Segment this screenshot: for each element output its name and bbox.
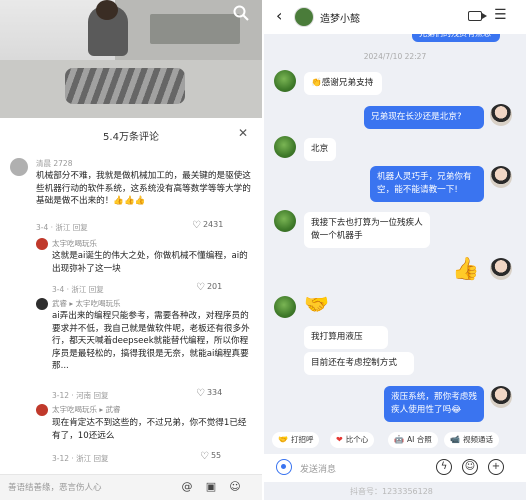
chip-say-hi[interactable]: 🤝 打招呼 [272,432,320,448]
avatar[interactable] [294,7,314,27]
chat-panel: 兄弟们的残资有点悲啊 ‹ 造梦小懿 ☰ 2024/7/10 22:27 👏感谢兄… [264,0,526,500]
image-icon[interactable]: ▣ [204,480,218,494]
like-button[interactable]: ♡ 2431 [192,220,223,231]
emoji-icon[interactable]: ☺ [228,480,242,494]
heart-icon: ♡ [200,451,209,462]
message-input[interactable]: 发送消息 [300,462,336,475]
chat-header: ‹ 造梦小懿 ☰ [264,0,526,34]
video-icon: 📹 [450,435,460,444]
comment-meta[interactable]: 3-4 · 浙江 回复 [36,222,88,233]
avatar[interactable] [274,296,296,318]
avatar[interactable] [490,258,512,280]
heart-icon: ♡ [196,282,205,293]
chip-heart[interactable]: ❤ 比个心 [330,432,375,448]
video-person-head [96,0,118,20]
comment-author[interactable]: 清晨 2728 [36,158,72,169]
avatar[interactable] [36,238,48,250]
handshake-icon: 🤝 [278,435,288,444]
comment-input-bar[interactable]: 善语结善缘，恶言伤人心 @ ▣ ☺ [0,474,262,500]
message-bubble: 机器人灵巧手，兄弟你有空，能不能请教一下! [370,166,484,202]
chip-label: 打招呼 [290,435,314,444]
avatar[interactable] [10,158,28,176]
message-bubble: 兄弟现在长沙还是北京? [364,106,484,129]
heart-icon: ❤ [336,435,343,444]
like-count: 201 [206,282,223,291]
comment-text: 机械部分不难，我就是做机械加工的，最关键的是驱使这些机器行动的软件系统，这系统没… [36,171,251,206]
comment-author[interactable]: 太宇吃喝玩乐 ▸ 武睿 [52,404,121,415]
mention-icon[interactable]: @ [180,480,194,494]
like-count: 2431 [202,220,224,229]
avatar[interactable] [490,104,512,126]
avatar[interactable] [274,136,296,158]
quick-action-chips: 🤝 打招呼 ❤ 比个心 🤖 AI 合照 📹 视频通话 [264,430,526,450]
like-count: 334 [206,388,223,397]
avatar[interactable] [36,298,48,310]
comment-input[interactable]: 善语结善缘，恶言伤人心 [8,481,102,493]
message-bubble: 目前还在考虑控制方式 [304,352,414,375]
handshake-sticker: 🤝 [304,292,329,316]
close-icon[interactable]: ✕ [238,126,248,140]
back-icon[interactable]: ‹ [276,6,282,25]
like-count: 55 [210,451,222,460]
comment-author[interactable]: 太宇吃喝玩乐 [52,238,97,249]
comment-text: 现在肯定达不到这些的，不过兄弟，你不觉得1已经有了，10还远么 [52,418,247,441]
avatar[interactable] [490,166,512,188]
like-button[interactable]: ♡ 55 [200,451,221,462]
thumbs-up-sticker: 👍 [452,257,480,282]
comment-text: ai弄出来的编程只能参考，需要各种改，对程序员的要求并不低，我自己就是做软件呢，… [52,311,250,371]
watermark-text: 抖音号：1233356128 [350,487,433,496]
comment-meta[interactable]: 3-12 · 浙江 回复 [52,453,109,464]
message-bubble: 北京 [304,138,336,161]
video-robot-parts [65,68,185,104]
voice-icon[interactable] [276,459,292,475]
message-timestamp: 2024/7/10 22:27 [363,52,427,61]
search-icon[interactable] [232,4,250,22]
heart-icon: ♡ [192,220,201,231]
plus-icon[interactable]: + [488,459,504,475]
like-button[interactable]: ♡ 201 [196,282,222,293]
comment-meta[interactable]: 3-4 · 浙江 回复 [52,284,104,295]
douyin-comment-panel: 5.4万条评论 ✕ 清晨 2728 机械部分不难，我就是做机械加工的，最关键的是… [0,0,262,500]
video-shelf-items [150,14,240,44]
like-button[interactable]: ♡ 334 [196,388,222,399]
chip-ai-photo[interactable]: 🤖 AI 合照 [388,432,438,448]
robot-icon: 🤖 [394,435,404,444]
video-call-icon[interactable] [468,11,487,21]
avatar[interactable] [36,404,48,416]
avatar[interactable] [490,386,512,408]
chip-video-call[interactable]: 📹 视频通话 [444,432,499,448]
message-input-bar: 发送消息 ϟ ☺ + [264,454,526,482]
comment-sheet: 5.4万条评论 ✕ 清晨 2728 机械部分不难，我就是做机械加工的，最关键的是… [0,120,262,500]
avatar[interactable] [274,210,296,232]
chip-label: 视频通话 [462,435,493,444]
comment-text: 这就是ai诞生的伟大之处，你做机械不懂编程，ai的出现弥补了这一块 [52,251,248,274]
heart-icon: ♡ [196,388,205,399]
message-bubble: 我接下去也打算为一位残疾人做一个机器手 [304,212,430,248]
message-bubble: 我打算用液压 [304,326,388,349]
chip-label: 比个心 [345,435,369,444]
comment-author[interactable]: 武睿 ▸ 太宇吃喝玩乐 [52,298,121,309]
video-frame[interactable] [0,0,262,118]
more-icon[interactable]: ☰ [494,7,507,23]
comment-meta[interactable]: 3-12 · 河南 回复 [52,390,109,401]
avatar[interactable] [274,70,296,92]
emoji-icon[interactable]: ☺ [462,459,478,475]
comment-count-title: 5.4万条评论 [103,132,159,143]
chip-label: AI 合照 [406,435,432,444]
contact-name[interactable]: 造梦小懿 [320,10,360,25]
voice-wave-icon[interactable]: ϟ [436,459,452,475]
message-bubble: 👏感谢兄弟支持 [304,72,382,95]
message-bubble: 液压系统，那你考虑残疾人使用性了吗😂 [384,386,484,422]
